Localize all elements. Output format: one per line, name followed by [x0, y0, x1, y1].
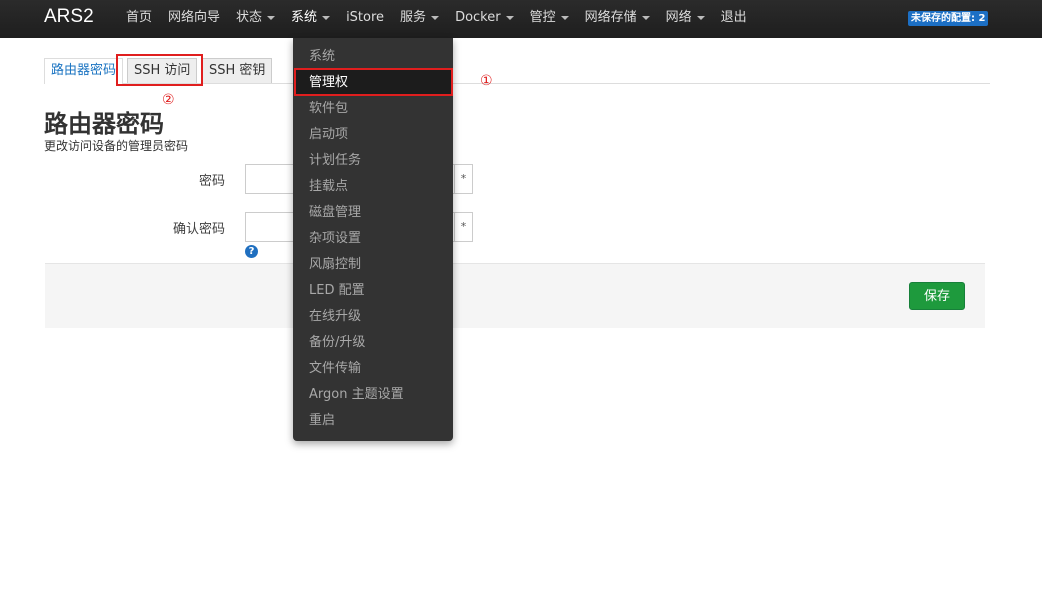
- annotation-number-1: ①: [480, 73, 493, 89]
- nav-istore-label: iStore: [346, 10, 385, 25]
- caret-down-icon: [560, 15, 569, 20]
- menu-item-online-upgrade[interactable]: 在线升级: [294, 304, 452, 330]
- menu-item-scheduled-tasks[interactable]: 计划任务: [294, 148, 452, 174]
- brand-logo[interactable]: ARS2: [44, 6, 94, 28]
- form-actions-bar: 保存: [45, 263, 985, 328]
- caret-down-icon: [505, 15, 514, 20]
- nav-network-wizard[interactable]: 网络向导: [160, 0, 228, 38]
- menu-item-misc-settings[interactable]: 杂项设置: [294, 226, 452, 252]
- nav-docker[interactable]: Docker: [447, 0, 522, 38]
- nav-status-label: 状态: [236, 10, 263, 25]
- menu-item-startup[interactable]: 启动项: [294, 122, 452, 148]
- nav-home-label: 首页: [126, 10, 153, 25]
- menu-item-file-transfer[interactable]: 文件传输: [294, 356, 452, 382]
- menu-item-mount-points[interactable]: 挂载点: [294, 174, 452, 200]
- menu-item-reboot[interactable]: 重启: [294, 408, 452, 434]
- caret-down-icon: [267, 15, 276, 20]
- nav-status[interactable]: 状态: [228, 0, 283, 38]
- nav-logout[interactable]: 退出: [713, 0, 755, 38]
- menu-item-argon-theme[interactable]: Argon 主题设置: [294, 382, 452, 408]
- help-icon[interactable]: ?: [245, 245, 258, 258]
- caret-down-icon: [641, 15, 650, 20]
- menu-item-system[interactable]: 系统: [294, 44, 452, 70]
- annotation-box-2: [116, 54, 203, 86]
- confirm-password-label: 确认密码: [172, 222, 225, 237]
- menu-item-disk-management[interactable]: 磁盘管理: [294, 200, 452, 226]
- main-menu: 首页 网络向导 状态 系统 iStore 服务 Docker 管控 网络存储 网…: [118, 0, 755, 38]
- nav-system-label: 系统: [291, 10, 318, 25]
- nav-services[interactable]: 服务: [392, 0, 447, 38]
- nav-control[interactable]: 管控: [522, 0, 577, 38]
- system-dropdown-menu: 系统 管理权 软件包 启动项 计划任务 挂载点 磁盘管理 杂项设置 风扇控制 L…: [293, 38, 453, 441]
- password-label: 密码: [198, 174, 225, 189]
- annotation-box-1: [294, 68, 453, 96]
- nav-system[interactable]: 系统: [283, 0, 338, 38]
- nav-docker-label: Docker: [455, 10, 501, 25]
- nav-network-wizard-label: 网络向导: [168, 10, 221, 25]
- menu-item-backup-upgrade[interactable]: 备份/升级: [294, 330, 452, 356]
- menu-item-software[interactable]: 软件包: [294, 96, 452, 122]
- menu-item-fan-control[interactable]: 风扇控制: [294, 252, 452, 278]
- tab-ssh-keys[interactable]: SSH 密钥: [202, 58, 273, 83]
- nav-network-label: 网络: [665, 10, 692, 25]
- unsaved-changes-badge[interactable]: 未保存的配置: 2: [908, 11, 989, 26]
- caret-down-icon: [696, 15, 705, 20]
- nav-control-label: 管控: [529, 10, 556, 25]
- caret-down-icon: [431, 15, 440, 20]
- nav-istore[interactable]: iStore: [338, 0, 392, 38]
- nav-services-label: 服务: [400, 10, 427, 25]
- page-description: 更改访问设备的管理员密码: [44, 139, 189, 153]
- page-title: 路由器密码: [44, 110, 164, 138]
- top-navbar: ARS2 首页 网络向导 状态 系统 iStore 服务 Docker 管控 网…: [0, 0, 1042, 38]
- caret-down-icon: [322, 15, 331, 20]
- menu-item-led-config[interactable]: LED 配置: [294, 278, 452, 304]
- nav-nas-label: 网络存储: [584, 10, 637, 25]
- reveal-password-button[interactable]: *: [454, 164, 473, 194]
- nav-logout-label: 退出: [720, 10, 747, 25]
- save-button[interactable]: 保存: [909, 282, 965, 310]
- reveal-confirm-password-button[interactable]: *: [454, 212, 473, 242]
- nav-home[interactable]: 首页: [118, 0, 160, 38]
- nav-nas[interactable]: 网络存储: [577, 0, 658, 38]
- tab-router-password[interactable]: 路由器密码: [44, 58, 124, 84]
- nav-network[interactable]: 网络: [658, 0, 713, 38]
